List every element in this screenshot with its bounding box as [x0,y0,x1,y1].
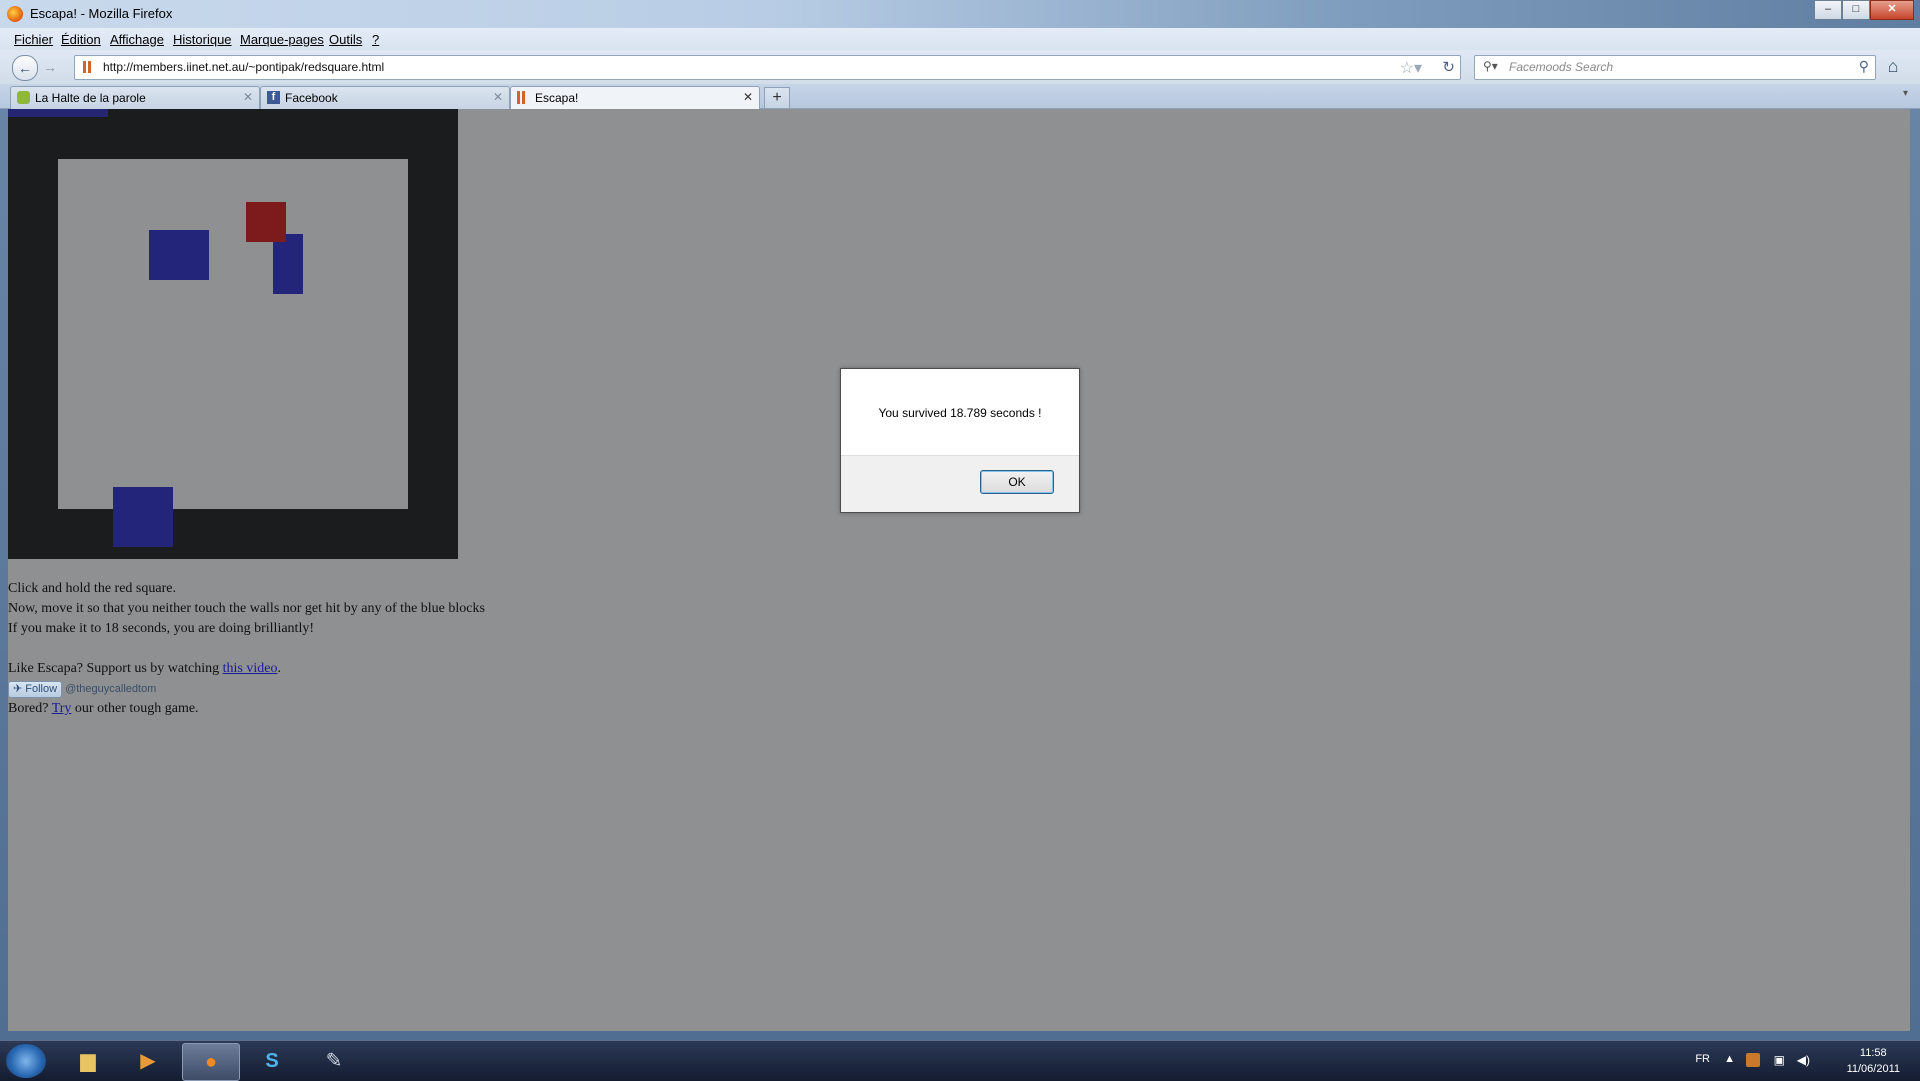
instructions: Click and hold the red square. Now, move… [8,579,485,719]
media-player-icon[interactable]: ▶ [120,1043,176,1079]
facebook-icon: f [267,91,280,104]
game-arena [58,159,408,509]
bored-line: Bored? Try our other tough game. [8,699,485,719]
search-engine-icon[interactable]: ⚲▾ [1483,59,1498,73]
alert-message: You survived 18.789 seconds ! [878,406,1042,420]
system-tray: FR ▲ ▣ ◀) 11:58 11/06/2011 [1650,1041,1910,1081]
try-link[interactable]: Try [52,701,72,716]
speech-bubble-icon [17,91,30,104]
tab-close-icon[interactable]: ✕ [743,90,753,104]
tray-app-icon[interactable] [1746,1053,1760,1067]
menu-bar: Fichier Édition Affichage Historique Mar… [0,28,1920,50]
bookmark-star-icon[interactable]: ☆▾ [1400,58,1422,78]
instruction-line: Click and hold the red square. [8,581,176,596]
blue-block [113,487,173,547]
twitter-follow-button[interactable]: ✈ Follow [8,680,63,698]
blue-block [149,230,209,280]
ok-button[interactable]: OK [980,470,1054,494]
page-content: Click and hold the red square. Now, move… [8,109,1910,1031]
menu-historique[interactable]: Historique [173,32,232,47]
menu-affichage[interactable]: Affichage [110,32,164,47]
window-title: Escapa! - Mozilla Firefox [30,6,173,21]
window-controls: – □ ✕ [1814,0,1914,20]
tab-la-halte[interactable]: La Halte de la parole ✕ [10,86,260,109]
tab-strip: La Halte de la parole ✕ f Facebook ✕ Esc… [0,84,1920,110]
follow-row: ✈ Follow @theguycalledtom [8,679,485,699]
url-bar[interactable]: http://members.iinet.net.au/~pontipak/re… [74,55,1461,80]
menu-edition[interactable]: Édition [61,32,101,47]
twitter-handle[interactable]: @theguycalledtom [65,683,156,695]
bored-suffix: our other tough game. [71,701,199,716]
instruction-line: Now, move it so that you neither touch t… [8,601,485,616]
close-button[interactable]: ✕ [1870,0,1914,20]
search-go-icon[interactable]: ⚲ [1859,58,1869,75]
skype-icon[interactable]: S [244,1043,300,1079]
clock[interactable]: 11:58 11/06/2011 [1847,1045,1900,1077]
game-top-strip [8,109,108,117]
alert-dialog: You survived 18.789 seconds ! OK [840,368,1080,513]
support-suffix: . [277,661,281,676]
reload-icon[interactable]: ↻ [1442,58,1455,76]
network-icon[interactable]: ▣ [1774,1053,1785,1067]
forward-button[interactable]: → [40,55,60,79]
search-bar[interactable]: ⚲▾ Facemoods Search ⚲ [1474,55,1876,80]
instruction-line: If you make it to 18 seconds, you are do… [8,621,314,636]
paint-icon[interactable]: ✎ [306,1043,362,1079]
alert-footer: OK [841,455,1079,512]
url-text[interactable]: http://members.iinet.net.au/~pontipak/re… [103,60,384,74]
tab-close-icon[interactable]: ✕ [493,90,503,104]
taskbar: ▆ ▶ ● S ✎ FR ▲ ▣ ◀) 11:58 11/06/2011 [0,1040,1920,1081]
support-text: Like Escapa? Support us by watching [8,661,223,676]
red-square[interactable] [246,202,286,242]
menu-fichier[interactable]: Fichier [14,32,53,47]
follow-label: Follow [25,682,58,695]
new-tab-button[interactable]: + [764,87,790,108]
explorer-icon[interactable]: ▆ [60,1043,116,1079]
start-button[interactable] [6,1044,46,1078]
menu-outils[interactable]: Outils [329,32,362,47]
volume-icon[interactable]: ◀) [1797,1053,1810,1067]
minimize-button[interactable]: – [1814,0,1842,20]
blue-block [273,234,303,294]
title-bar: Escapa! - Mozilla Firefox – □ ✕ [0,0,1920,28]
language-indicator[interactable]: FR [1695,1053,1710,1065]
tab-list-icon[interactable]: ▾ [1903,88,1908,99]
tab-escapa[interactable]: Escapa! ✕ [510,86,760,110]
firefox-icon [7,6,23,22]
bored-text: Bored? [8,701,52,716]
browser-window: Escapa! - Mozilla Firefox – □ ✕ Fichier … [0,0,1920,1040]
clock-time: 11:58 [1859,1047,1887,1059]
tab-facebook[interactable]: f Facebook ✕ [260,86,510,109]
site-icon [517,91,526,104]
search-input[interactable]: Facemoods Search [1509,60,1613,74]
tab-label: Facebook [285,91,338,105]
firefox-taskbar-icon[interactable]: ● [182,1043,240,1081]
tab-close-icon[interactable]: ✕ [243,90,253,104]
tab-label: La Halte de la parole [35,91,146,105]
home-icon[interactable]: ⌂ [1880,54,1906,78]
video-link[interactable]: this video [223,661,278,676]
support-line: Like Escapa? Support us by watching this… [8,659,485,679]
navigation-bar: ← → http://members.iinet.net.au/~pontipa… [0,50,1920,84]
menu-marque-pages[interactable]: Marque-pages [240,32,324,47]
tab-label: Escapa! [535,91,579,105]
maximize-button[interactable]: □ [1842,0,1870,20]
clock-date: 11/06/2011 [1846,1063,1900,1075]
twitter-bird-icon: ✈ [13,682,23,695]
game-board [8,109,458,559]
show-hidden-icons-icon[interactable]: ▲ [1724,1053,1735,1065]
menu-help[interactable]: ? [372,32,379,47]
back-button[interactable]: ← [12,55,38,81]
site-icon [83,61,93,73]
